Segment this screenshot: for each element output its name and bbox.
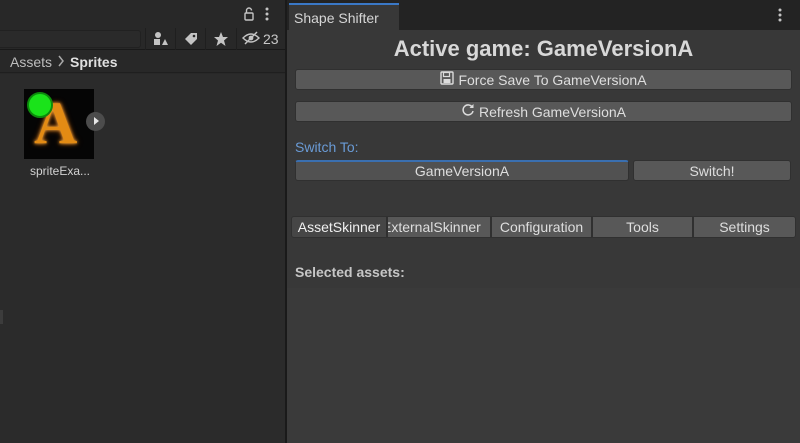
asset-grid: A spriteExa... (0, 74, 285, 443)
status-dot-icon (27, 92, 53, 118)
breadcrumb: Assets Sprites (0, 51, 285, 73)
asset-label: spriteExa... (29, 164, 91, 178)
lock-icon[interactable] (242, 6, 256, 22)
project-panel: 23 Assets Sprites A spriteExa... (0, 0, 285, 443)
breadcrumb-assets[interactable]: Assets (10, 54, 52, 70)
refresh-icon (461, 103, 475, 120)
refresh-button[interactable]: Refresh GameVersionA (295, 101, 792, 122)
expand-play-button[interactable] (86, 112, 105, 131)
project-header (0, 0, 285, 28)
floppy-save-icon (440, 71, 455, 88)
force-save-button[interactable]: Force Save To GameVersionA (295, 69, 792, 90)
favorites-button[interactable] (205, 28, 235, 50)
refresh-label: Refresh GameVersionA (478, 103, 627, 120)
switch-to-label: Switch To: (295, 139, 359, 155)
window-tab-strip: Shape Shifter (287, 0, 800, 30)
chevron-right-icon (57, 54, 65, 70)
shape-shifter-window-tab[interactable]: Shape Shifter (289, 3, 399, 30)
sprite-thumbnail[interactable]: A (24, 89, 94, 159)
tab-asset-skinner[interactable]: AssetSkinner (291, 216, 387, 238)
force-save-label: Force Save To GameVersionA (458, 71, 647, 88)
tab-configuration[interactable]: Configuration (491, 216, 592, 238)
asset-tile[interactable]: A spriteExa... (24, 89, 105, 178)
play-icon (91, 114, 101, 129)
project-search-input[interactable] (0, 30, 141, 48)
label-icon (183, 31, 199, 47)
shape-shifter-panel: Shape Shifter Active game: GameVersionA … (287, 0, 800, 443)
active-game-title: Active game: GameVersionA (393, 36, 694, 61)
favorite-star-icon (213, 31, 229, 47)
tab-tools[interactable]: Tools (592, 216, 693, 238)
selected-assets-label: Selected assets: (295, 264, 405, 280)
project-toolbar: 23 (0, 28, 285, 50)
hidden-count-label: 23 (263, 31, 279, 47)
tab-settings[interactable]: Settings (693, 216, 796, 238)
breadcrumb-sprites[interactable]: Sprites (70, 54, 117, 70)
scroll-edge-handle[interactable] (0, 310, 3, 324)
hidden-packages-toggle[interactable]: 23 (236, 28, 285, 50)
search-by-type-icon (152, 31, 170, 47)
switch-button[interactable]: Switch! (633, 160, 791, 181)
search-by-label-button[interactable] (175, 28, 205, 50)
kebab-menu-icon[interactable] (775, 7, 785, 23)
tab-external-skinner-label: ExternalSkinner (387, 219, 481, 235)
selected-assets-area (287, 288, 800, 443)
hidden-eye-icon (242, 30, 260, 48)
search-by-type-button[interactable] (145, 28, 175, 50)
game-version-dropdown[interactable]: GameVersionA (295, 160, 629, 181)
section-toolbar: AssetSkinner ExternalSkinner Configurati… (291, 216, 796, 238)
kebab-menu-icon[interactable] (262, 6, 272, 22)
tab-external-skinner[interactable]: ExternalSkinner (387, 216, 491, 238)
